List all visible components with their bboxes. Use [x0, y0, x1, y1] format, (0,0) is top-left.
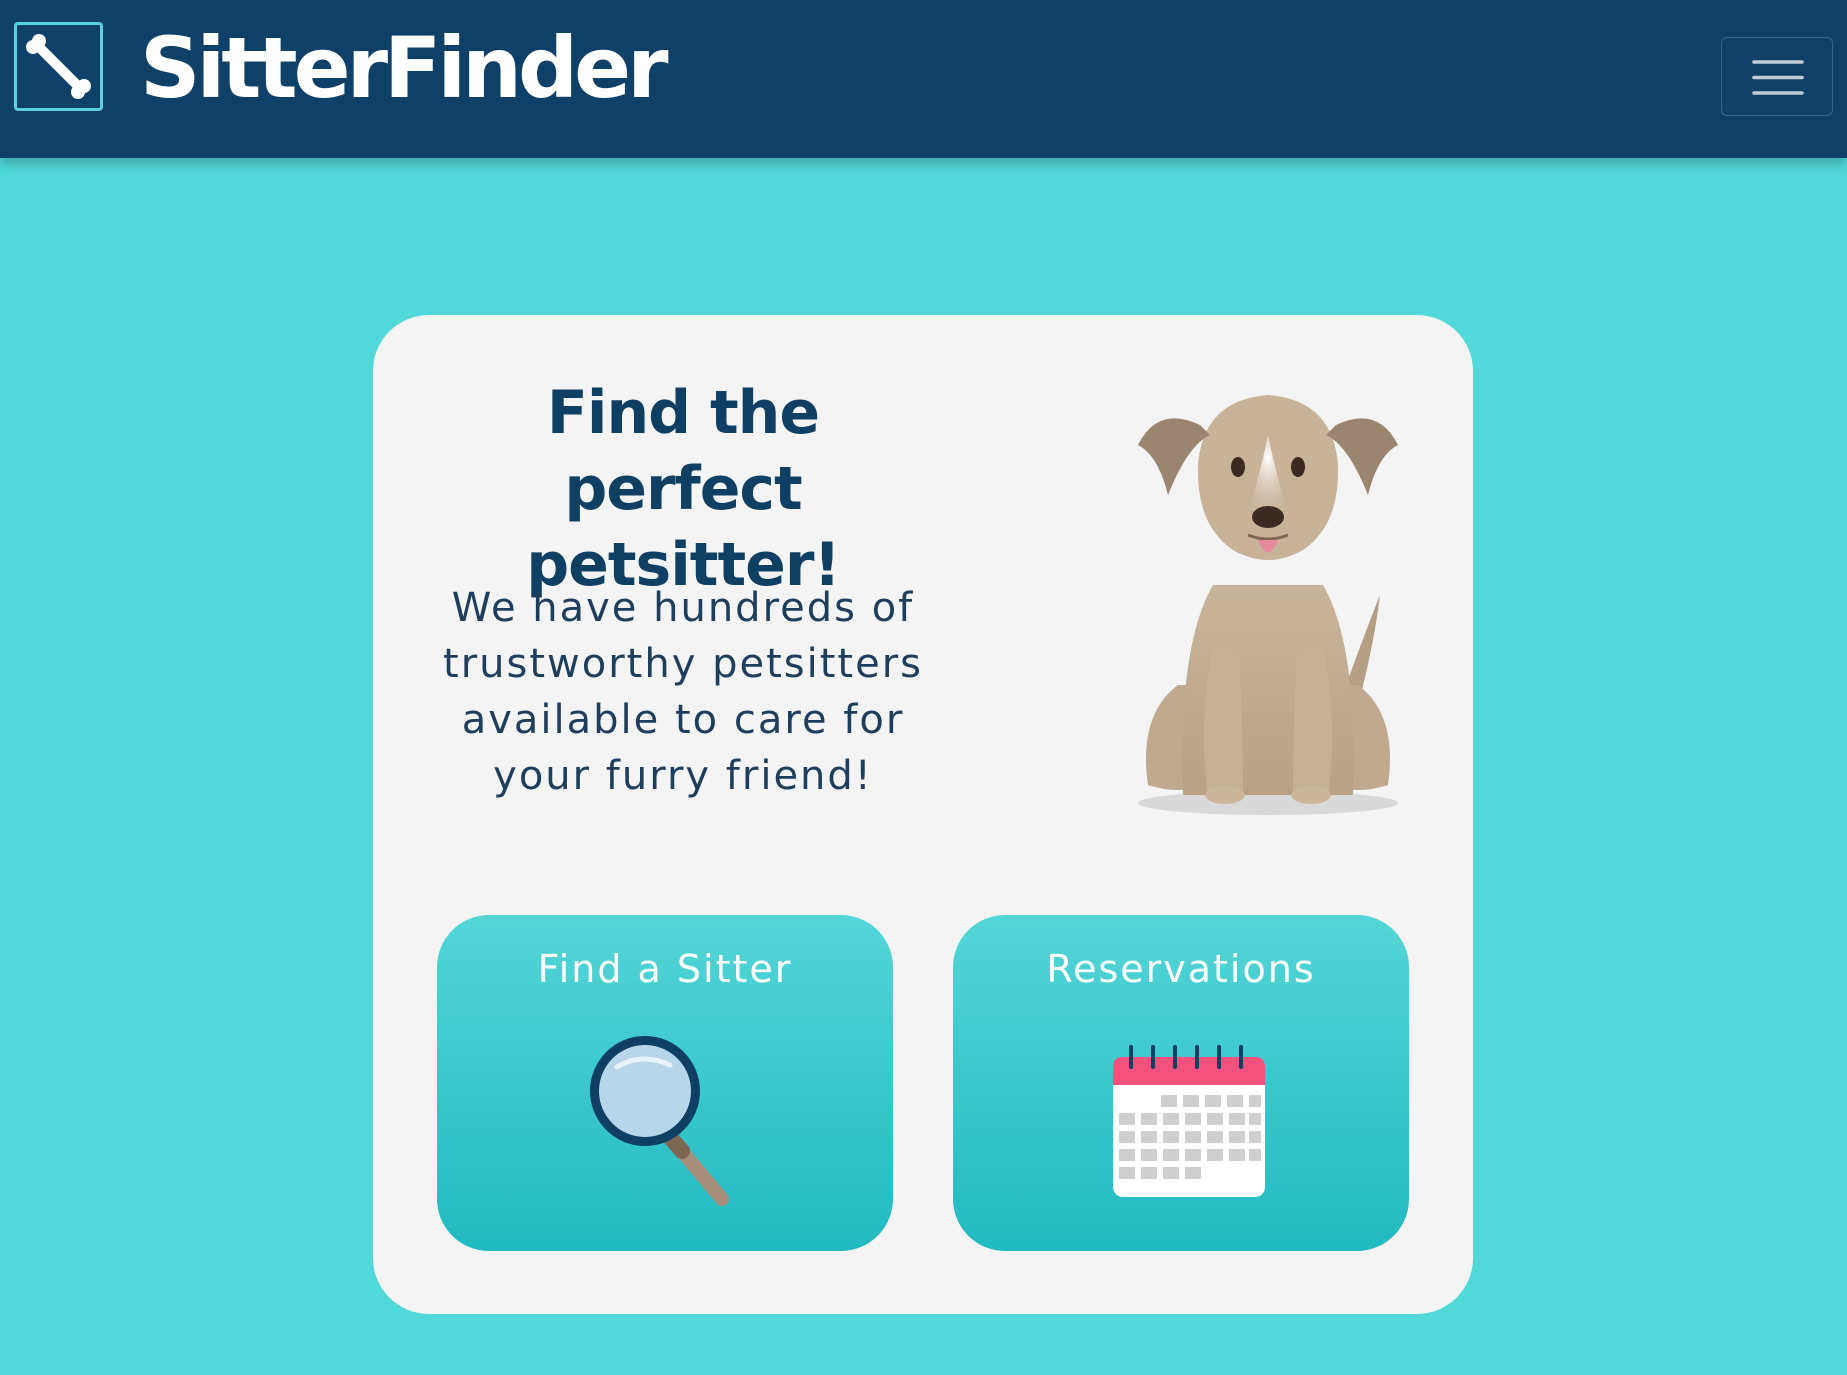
hero-blurb: We have hundreds of trustworthy petsitte… — [443, 585, 923, 799]
brand-name[interactable]: SitterFinder — [140, 18, 668, 118]
bone-icon[interactable] — [14, 22, 103, 111]
menu-toggle-button[interactable] — [1721, 37, 1833, 116]
hero-card: Find the perfect petsitter! We have hund… — [373, 315, 1473, 1314]
calendar-icon — [1113, 1045, 1265, 1197]
find-sitter-button[interactable]: Find a Sitter — [437, 915, 893, 1251]
reservations-label: Reservations — [1046, 947, 1316, 991]
dog-illustration — [1138, 395, 1398, 815]
reservations-button[interactable]: Reservations — [953, 915, 1409, 1251]
find-sitter-label: Find a Sitter — [537, 947, 793, 991]
top-navbar: SitterFinder — [0, 0, 1847, 158]
magnifying-glass-icon — [590, 1036, 729, 1206]
hero-headline: Find the perfect petsitter! — [526, 378, 841, 600]
hamburger-menu-icon — [1752, 60, 1804, 95]
